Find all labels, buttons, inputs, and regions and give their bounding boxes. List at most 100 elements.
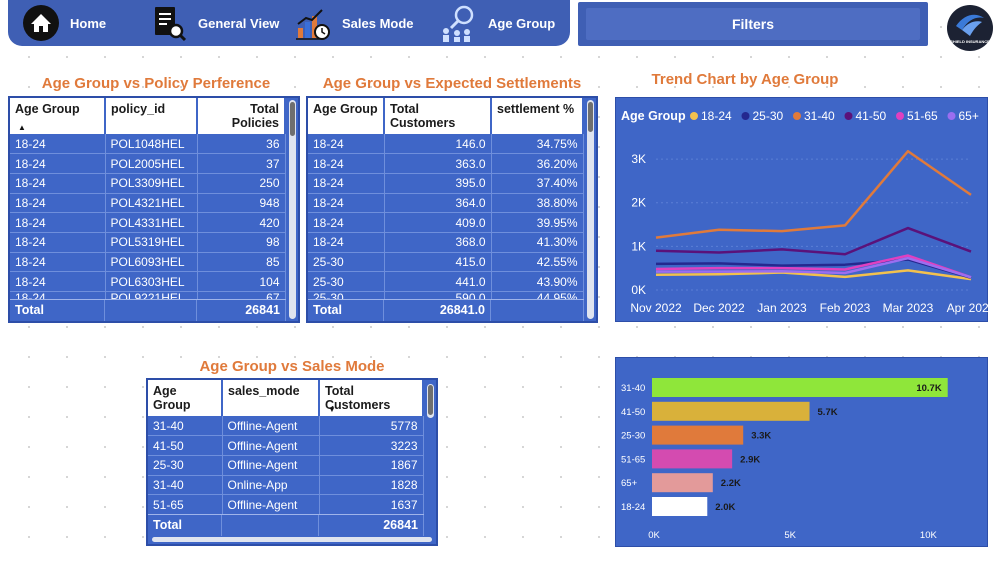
policy-table-title: Age Group vs Policy Perference [41, 75, 271, 92]
document-search-icon [155, 7, 187, 42]
sales-table-title: Age Group vs Sales Mode [199, 358, 385, 375]
column-header-settlement-percent[interactable]: settlement % [491, 98, 584, 134]
legend-label: 41-50 [856, 109, 887, 123]
table-row[interactable]: 18-24 POL2005HEL 37 [10, 153, 286, 174]
table-row[interactable]: 18-24 409.0 39.95% [308, 212, 584, 233]
legend-label: 31-40 [804, 109, 835, 123]
y-tick-label: 2K [631, 196, 646, 210]
sort-ascending-icon: ▲ [18, 123, 26, 132]
table-total-row: Total 26841 [10, 299, 286, 321]
vertical-scrollbar[interactable] [427, 384, 434, 418]
table-row[interactable]: 18-24 368.0 41.30% [308, 232, 584, 253]
table-row[interactable]: 18-24 POL3309HEL 250 [10, 173, 286, 194]
bar-31-40[interactable] [652, 378, 948, 397]
bar-65+[interactable] [652, 473, 713, 493]
column-header-sales-mode[interactable]: sales_mode [222, 380, 320, 416]
column-header-age-group[interactable]: Age Group [308, 98, 385, 134]
table-row[interactable]: 18-24 363.0 36.20% [308, 153, 584, 174]
table-row[interactable]: 25-30 Offline-Agent 1867 [148, 455, 424, 476]
home-icon [23, 5, 59, 41]
table-row[interactable]: 18-24 395.0 37.40% [308, 173, 584, 194]
sales-chart-icon [296, 9, 330, 40]
bar-51-65[interactable] [652, 449, 733, 469]
nav-general-view-button[interactable]: General View [152, 0, 279, 46]
x-tick-label: Feb 2023 [820, 301, 871, 315]
table-row[interactable]: 18-24 POL5319HEL 98 [10, 232, 286, 253]
vertical-scrollbar[interactable] [289, 100, 296, 319]
legend-item[interactable]: 51-65 [896, 109, 938, 123]
legend-label: 51-65 [907, 109, 938, 123]
bar-value-label: 5.7K [818, 407, 838, 418]
table-row[interactable]: 41-50 Offline-Agent 3223 [148, 435, 424, 456]
table-row[interactable]: 18-24 146.0 34.75% [308, 134, 584, 155]
column-header-total-customers[interactable]: Total Customers [384, 98, 492, 134]
x-tick-label: Nov 2022 [630, 301, 682, 315]
trend-chart-title: Trend Chart by Age Group [651, 71, 839, 88]
bar-25-30[interactable] [652, 425, 744, 445]
nav-sales-label: Sales Mode [342, 15, 414, 31]
sort-descending-icon: ▼ [328, 405, 336, 414]
column-header-total-policies[interactable]: Total Policies [197, 98, 286, 134]
bar-41-50[interactable] [652, 401, 810, 421]
sales-mode-table: Age Group sales_mode Total Customers ▼ 31… [146, 378, 438, 546]
nav-sales-mode-button[interactable]: Sales Mode [294, 0, 414, 46]
legend-marker [741, 112, 750, 120]
table-row[interactable]: 18-24 364.0 38.80% [308, 193, 584, 214]
bar-value-label: 2.2K [721, 478, 741, 489]
legend-item[interactable]: 18-24 [690, 109, 732, 123]
x-tick-label: Apr 2023 [947, 301, 989, 315]
table-row[interactable]: 51-65 Offline-Agent 1637 [148, 494, 424, 515]
table-row[interactable]: 18-24 POL1048HEL 36 [10, 134, 286, 155]
legend-marker [690, 112, 698, 120]
bar-category-label: 41-50 [621, 407, 645, 418]
column-header-age-group[interactable]: Age Group [148, 380, 223, 416]
legend-item[interactable]: 31-40 [793, 109, 835, 123]
x-tick-label: 5K [784, 530, 796, 541]
x-tick-label: Dec 2022 [693, 301, 745, 315]
legend-item[interactable]: 41-50 [844, 109, 887, 123]
table-row[interactable]: 25-30 441.0 43.90% [308, 271, 584, 292]
company-logo: SHIELD INSURANCE [946, 4, 994, 52]
nav-age-group-button[interactable]: Age Group [438, 0, 555, 46]
table-row[interactable]: 31-40 Online-App 1828 [148, 475, 424, 496]
bar-value-label: 10.7K [916, 383, 941, 394]
legend-marker [793, 112, 801, 120]
table-row[interactable]: 31-40 Offline-Agent 5778 [148, 416, 424, 437]
nav-home-button[interactable]: Home [22, 0, 106, 46]
bar-category-label: 65+ [621, 478, 638, 489]
table-total-row: Total 26841 [148, 514, 424, 536]
scrollbar-thumb[interactable] [428, 385, 433, 415]
bar-chart-panel: 31-40 10.7K 41-50 5.7K 25-30 3.3K 51-65 2.9K 65+… [615, 357, 988, 547]
table-row[interactable]: 18-24 POL6303HEL 104 [10, 271, 286, 292]
people-search-icon [443, 5, 474, 42]
legend-item[interactable]: 65+ [947, 109, 979, 123]
table-row[interactable]: 25-30 415.0 42.55% [308, 252, 584, 273]
shield-logo-icon: SHIELD INSURANCE [947, 5, 993, 51]
legend-label: 65+ [959, 109, 979, 123]
table-row[interactable]: 18-24 POL6093HEL 85 [10, 252, 286, 273]
nav-home-label: Home [70, 15, 107, 31]
bar-18-24[interactable] [652, 497, 708, 516]
table-row[interactable]: 18-24 POL4331HEL 420 [10, 212, 286, 233]
column-header-total-customers[interactable]: Total Customers ▼ [319, 380, 424, 416]
series-line-31-40[interactable] [655, 149, 972, 239]
filters-button[interactable]: Filters [578, 2, 928, 46]
y-tick-label: 3K [631, 152, 646, 166]
table-row[interactable]: 18-24 POL4321HEL 948 [10, 193, 286, 214]
scrollbar-thumb[interactable] [588, 102, 593, 132]
y-tick-label: 0K [631, 283, 646, 297]
trend-chart-panel: Age Group 18-24 25-30 31-40 41-50 51-65 65+ 0K 1… [615, 97, 996, 322]
y-tick-label: 1K [631, 239, 646, 253]
bar-category-label: 25-30 [621, 431, 645, 442]
horizontal-scrollbar[interactable] [152, 537, 432, 542]
nav-general-label: General View [198, 15, 280, 31]
legend-marker [947, 112, 956, 120]
column-header-age-group[interactable]: Age Group ▲ [10, 98, 106, 134]
vertical-scrollbar[interactable] [587, 100, 594, 319]
bar-value-label: 2.0K [715, 502, 735, 513]
x-tick-label: 0K [648, 530, 660, 541]
column-header-policy-id[interactable]: policy_id [105, 98, 198, 134]
scrollbar-thumb[interactable] [290, 102, 295, 136]
x-tick-label: Jan 2023 [757, 301, 807, 315]
legend-item[interactable]: 25-30 [741, 109, 784, 123]
